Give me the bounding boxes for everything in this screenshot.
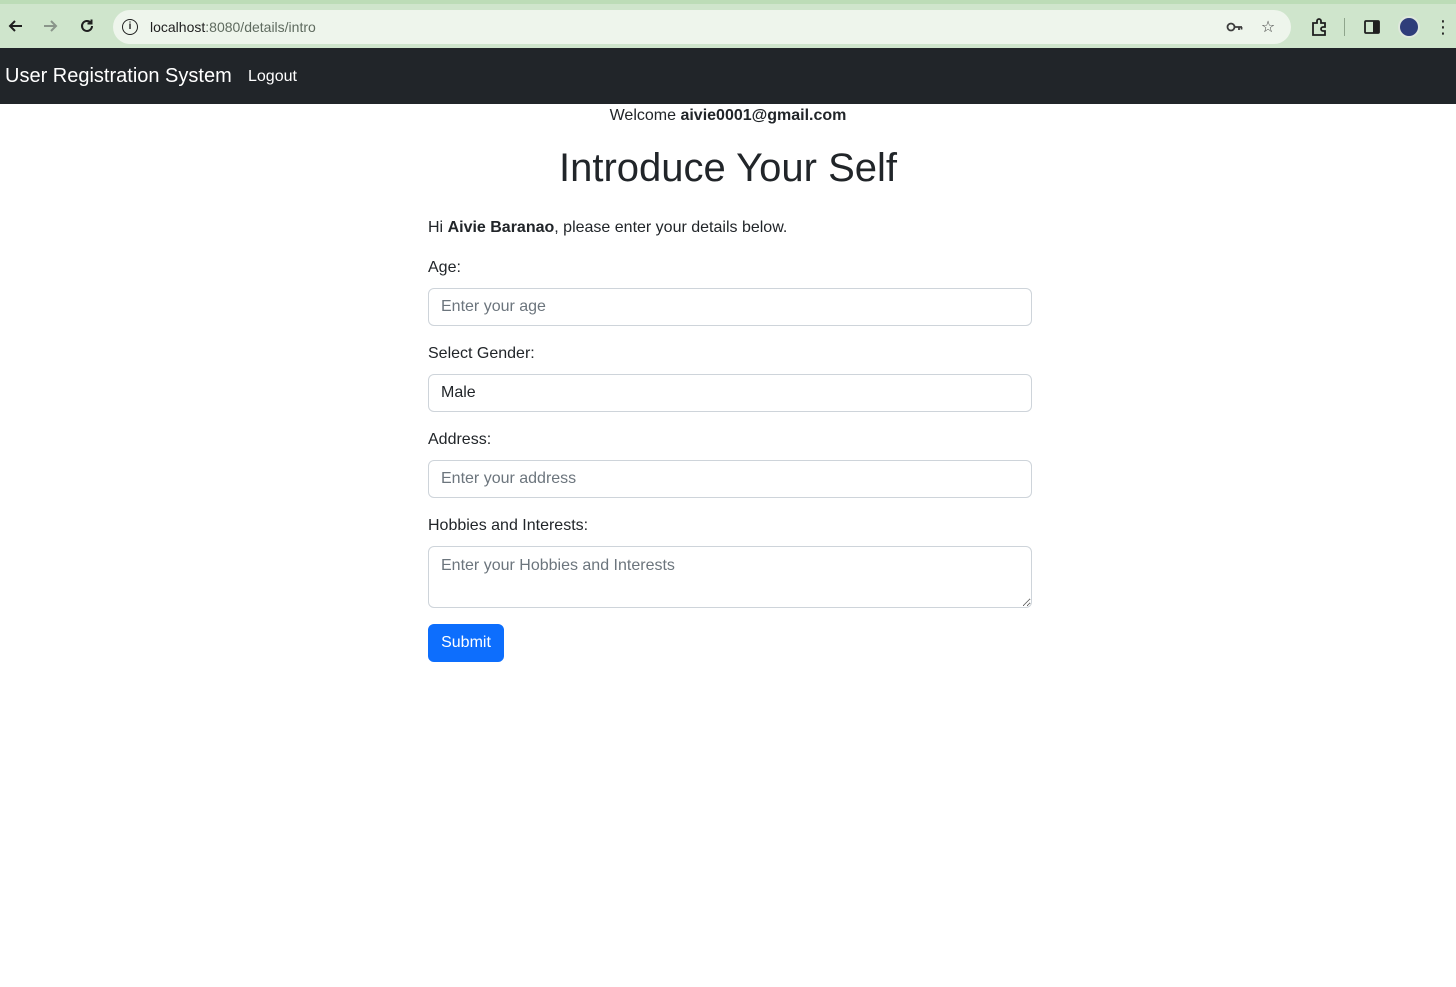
forward-arrow-icon[interactable] xyxy=(36,12,64,40)
page-title: Introduce Your Self xyxy=(558,146,898,190)
navbar-brand[interactable]: User Registration System xyxy=(5,65,232,88)
key-icon[interactable] xyxy=(1224,16,1246,38)
logout-link[interactable]: Logout xyxy=(248,68,297,86)
gender-selected-value: Male xyxy=(441,384,476,401)
star-icon[interactable]: ☆ xyxy=(1257,16,1279,38)
back-arrow-icon[interactable] xyxy=(2,12,30,40)
address-label: Address: xyxy=(428,431,492,448)
hobbies-label: Hobbies and Interests: xyxy=(428,517,589,534)
reload-icon[interactable] xyxy=(73,12,101,40)
welcome-prefix: Welcome xyxy=(609,107,676,124)
age-input[interactable] xyxy=(428,288,1032,326)
welcome-message: Welcome aivie0001@gmail.com xyxy=(0,107,1456,125)
kebab-menu-icon[interactable]: ⋮ xyxy=(1430,14,1456,40)
url-text: localhost:8080/details/intro xyxy=(150,19,316,35)
gender-label: Select Gender: xyxy=(428,345,535,362)
side-panel-icon[interactable] xyxy=(1359,14,1385,40)
profile-avatar[interactable] xyxy=(1398,16,1420,38)
info-icon[interactable]: i xyxy=(122,19,138,35)
toolbar-divider xyxy=(1344,18,1345,36)
puzzle-icon[interactable] xyxy=(1306,14,1332,40)
address-input[interactable] xyxy=(428,460,1032,498)
submit-button[interactable]: Submit xyxy=(428,624,504,662)
intro-prefix: Hi xyxy=(428,219,444,236)
intro-suffix: , please enter your details below. xyxy=(554,219,788,236)
browser-toolbar: i localhost:8080/details/intro ☆ ⋮ xyxy=(0,0,1456,48)
age-label: Age: xyxy=(428,259,461,276)
site-navbar: User Registration System Logout xyxy=(0,48,1456,104)
welcome-email: aivie0001@gmail.com xyxy=(680,107,847,124)
gender-select[interactable]: Male xyxy=(428,374,1032,412)
user-name: Aivie Baranao xyxy=(447,219,555,236)
address-bar[interactable]: i localhost:8080/details/intro ☆ xyxy=(113,10,1291,44)
hobbies-textarea[interactable] xyxy=(428,546,1032,608)
intro-text: Hi Aivie Baranao, please enter your deta… xyxy=(428,219,787,237)
